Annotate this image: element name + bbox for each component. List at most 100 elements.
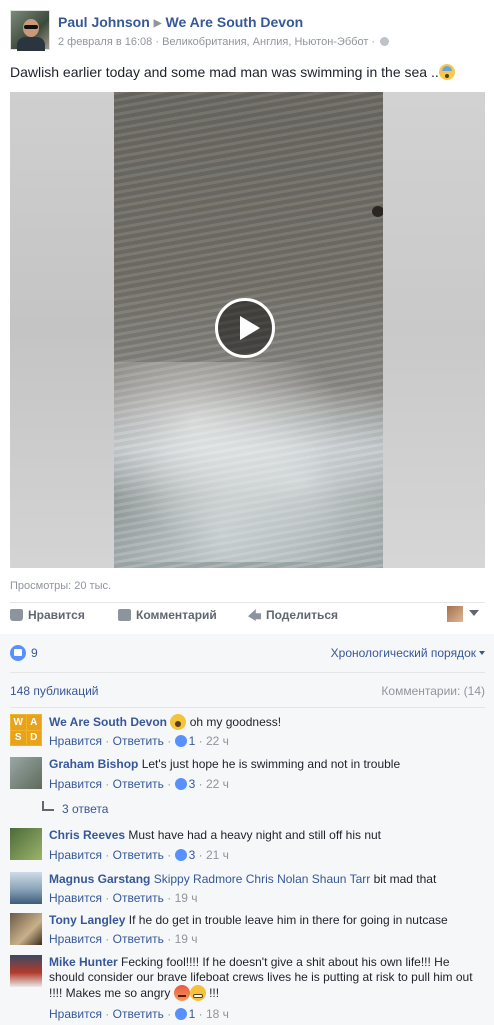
comment-time[interactable]: 19 ч <box>175 891 198 905</box>
comments-count: Комментарии: (14) <box>381 684 485 698</box>
comment-like-count[interactable]: 3 <box>189 848 196 862</box>
meta-separator: · <box>371 36 376 48</box>
publications-link[interactable]: 148 публикаций <box>10 684 99 698</box>
comment-reply-link[interactable]: Ответить <box>113 1007 164 1021</box>
comment-like-link[interactable]: Нравится <box>49 734 102 748</box>
avatar-letter: S <box>11 730 26 745</box>
commenter-avatar[interactable]: W A S D <box>10 714 42 746</box>
video-blur-left <box>10 92 114 568</box>
comment-icon <box>118 609 131 621</box>
comment-time[interactable]: 18 ч <box>206 1007 229 1021</box>
commenter-name[interactable]: Chris Reeves <box>49 828 125 842</box>
comment-time[interactable]: 21 ч <box>206 848 229 862</box>
footer-separator: · <box>167 1007 172 1021</box>
comment-time[interactable]: 19 ч <box>175 932 198 946</box>
like-icon <box>174 735 187 747</box>
play-button[interactable] <box>215 298 275 358</box>
comment-text: Let's just hope he is swimming and not i… <box>141 757 401 771</box>
caret-down-icon <box>479 651 485 655</box>
comment-like-count[interactable]: 3 <box>189 777 196 791</box>
group-name[interactable]: We Are South Devon <box>166 14 304 30</box>
comment-like-link[interactable]: Нравится <box>49 848 102 862</box>
author-name[interactable]: Paul Johnson <box>58 14 150 30</box>
footer-separator: · <box>105 891 110 905</box>
commenter-name[interactable]: We Are South Devon <box>49 715 167 729</box>
comment-reply-link[interactable]: Ответить <box>113 891 164 905</box>
commenter-avatar[interactable] <box>10 757 42 789</box>
divider <box>10 672 485 673</box>
post-location[interactable]: Великобритания, Англия, Ньютон-Эббот <box>162 36 368 48</box>
comment-like-link[interactable]: Нравится <box>49 932 102 946</box>
comment-reply-link[interactable]: Ответить <box>113 848 164 862</box>
post-text-content: Dawlish earlier today and some mad man w… <box>10 64 439 80</box>
footer-separator: · <box>167 932 172 946</box>
footer-separator: · <box>105 734 110 748</box>
divider <box>10 707 485 708</box>
arrow-right-icon: ▶ <box>153 18 162 29</box>
commenter-avatar[interactable] <box>10 828 42 860</box>
comment-reply-link[interactable]: Ответить <box>113 932 164 946</box>
comment-body: Graham Bishop Let's just hope he is swim… <box>49 757 485 772</box>
reply-arrow-icon <box>42 801 54 811</box>
tagged-users[interactable]: Skippy Radmore Chris Nolan Shaun Tarr <box>154 872 371 886</box>
view-replies-link[interactable]: 3 ответа <box>42 801 108 816</box>
comment-reply-link[interactable]: Ответить <box>113 734 164 748</box>
author-avatar[interactable] <box>10 10 50 51</box>
video-blur-right <box>383 92 485 568</box>
comment-time[interactable]: 22 ч <box>206 734 229 748</box>
post-date[interactable]: 2 февраля в 16:08 <box>58 36 152 48</box>
comment-footer: Нравится · Ответить · 1 · 22 ч <box>49 734 229 748</box>
comment-time[interactable]: 22 ч <box>206 777 229 791</box>
comment-footer: Нравится · Ответить · 1 · 18 ч <box>49 1007 229 1021</box>
thumbs-up-icon <box>10 609 23 621</box>
like-label: Нравится <box>28 608 85 622</box>
footer-separator: · <box>167 777 172 791</box>
comment-body: Magnus Garstang Skippy Radmore Chris Nol… <box>49 872 485 887</box>
video-player[interactable] <box>10 92 485 568</box>
post-title: Paul Johnson ▶ We Are South Devon <box>58 14 303 30</box>
globe-icon[interactable] <box>380 37 390 46</box>
comment-order-select[interactable]: Хронологический порядок <box>331 646 485 660</box>
post-header: Paul Johnson ▶ We Are South Devon 2 феврал… <box>10 10 484 54</box>
commenter-avatar[interactable] <box>10 913 42 945</box>
comment-like-link[interactable]: Нравится <box>49 777 102 791</box>
footer-separator: · <box>198 848 203 862</box>
like-button[interactable]: Нравится <box>10 608 85 622</box>
commenter-avatar[interactable] <box>10 955 42 987</box>
share-button[interactable]: Поделиться <box>248 608 338 622</box>
comment-order-label: Хронологический порядок <box>330 646 476 660</box>
avatar-letter: D <box>26 730 41 745</box>
avatar-shirt <box>17 37 45 51</box>
grimace-emoji-icon <box>189 985 206 1001</box>
comment-like-link[interactable]: Нравится <box>49 891 102 905</box>
like-icon <box>174 849 187 861</box>
comment-text: bit mad that <box>373 872 437 886</box>
reaction-count[interactable]: 9 <box>31 646 38 660</box>
like-reaction-icon[interactable] <box>10 645 26 661</box>
video-foam <box>114 362 383 562</box>
comment-reply-link[interactable]: Ответить <box>113 777 164 791</box>
play-icon <box>240 316 260 340</box>
commenter-avatar[interactable] <box>10 872 42 904</box>
chevron-down-icon[interactable] <box>469 610 479 616</box>
view-count: Просмотры: 20 тыс. <box>10 580 112 592</box>
commenter-name[interactable]: Mike Hunter <box>49 955 118 969</box>
comments-section: 9 Хронологический порядок 148 публикаций… <box>0 634 494 1025</box>
commenter-name[interactable]: Graham Bishop <box>49 757 138 771</box>
viewer-avatar[interactable] <box>447 606 463 622</box>
footer-separator: · <box>105 848 110 862</box>
comment-like-count[interactable]: 1 <box>189 1007 196 1021</box>
post-actions: Нравится Комментарий Поделиться <box>10 606 485 628</box>
commenter-name[interactable]: Tony Langley <box>49 913 125 927</box>
footer-separator: · <box>167 734 172 748</box>
share-label: Поделиться <box>266 608 339 622</box>
comment-footer: Нравится · Ответить · 19 ч <box>49 891 198 905</box>
comment-like-link[interactable]: Нравится <box>49 1007 102 1021</box>
footer-separator: · <box>167 891 172 905</box>
wow-emoji-icon <box>170 714 187 730</box>
comment-button[interactable]: Комментарий <box>118 608 217 622</box>
commenter-name[interactable]: Magnus Garstang <box>49 872 150 886</box>
angry-emoji-icon <box>173 985 190 1001</box>
comment-like-count[interactable]: 1 <box>189 734 196 748</box>
comment-footer: Нравится · Ответить · 19 ч <box>49 932 198 946</box>
